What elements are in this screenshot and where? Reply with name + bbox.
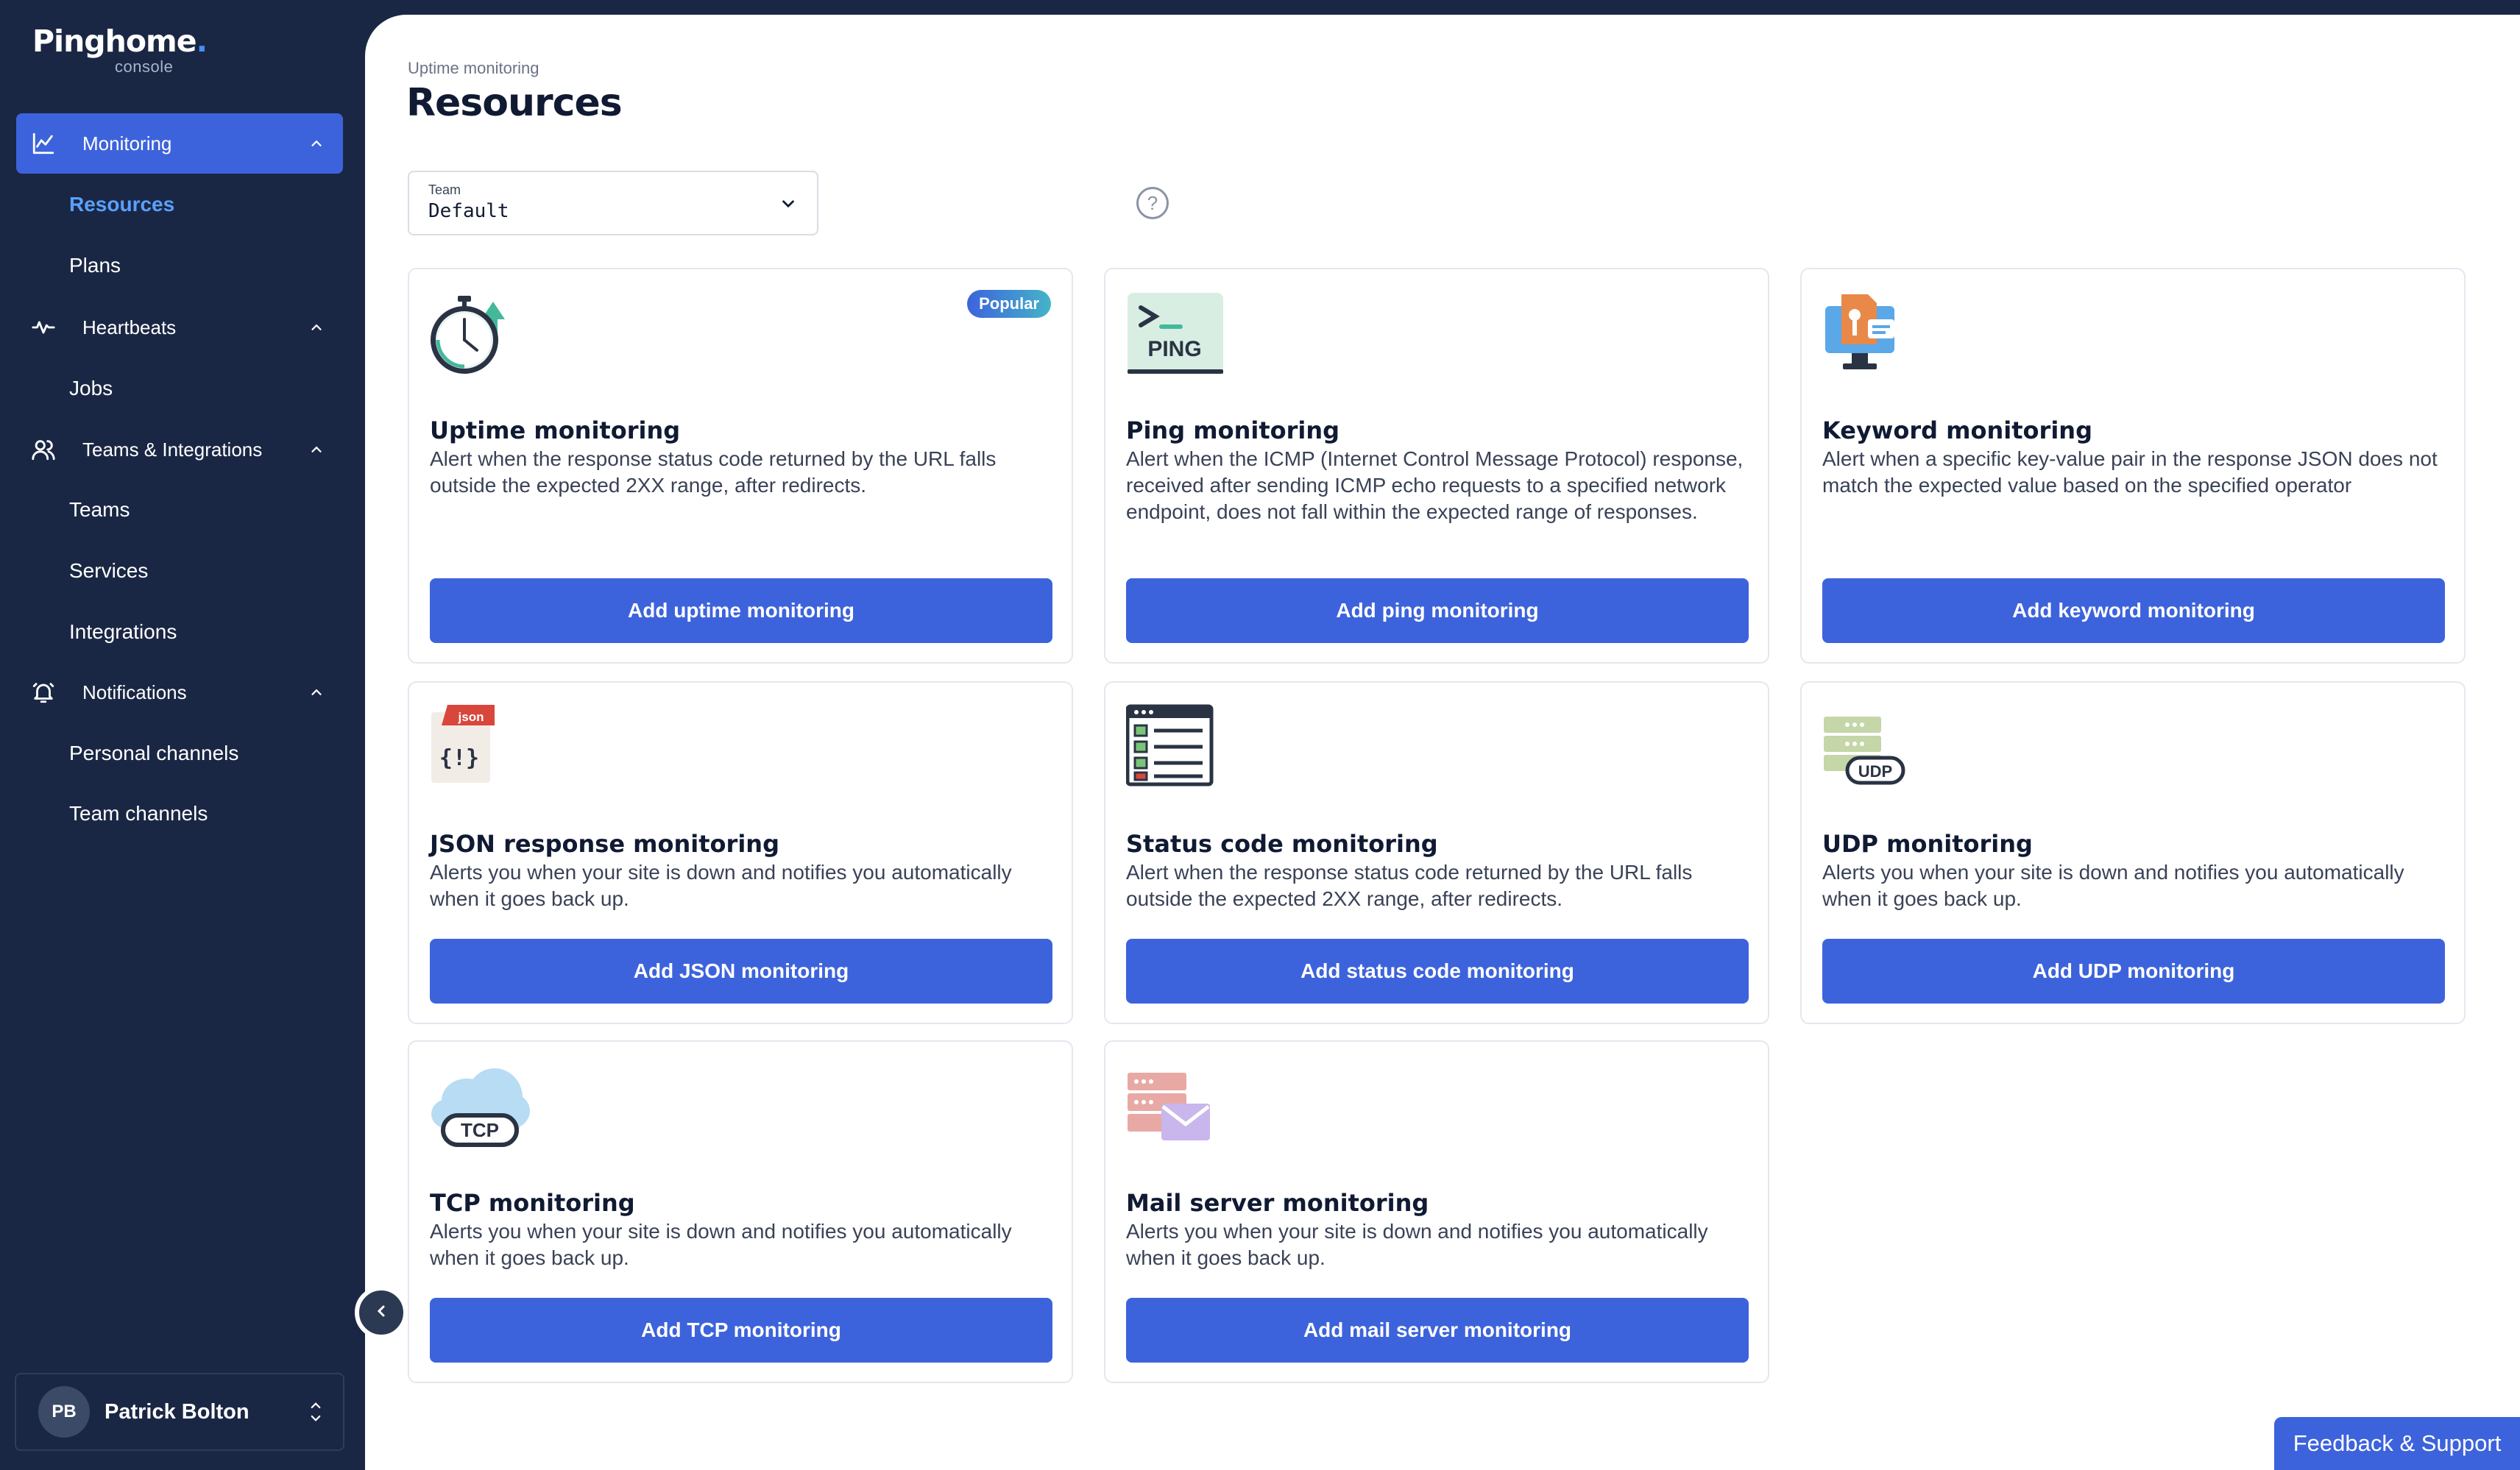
keyword-monitor-icon: [1822, 290, 1911, 378]
card-title: JSON response monitoring: [430, 830, 779, 858]
add-status-code-monitoring-button[interactable]: Add status code monitoring: [1126, 939, 1749, 1004]
sidebar-section-monitoring[interactable]: Monitoring: [16, 113, 343, 174]
sidebar-section-label: Heartbeats: [82, 316, 177, 338]
stopwatch-icon: [430, 290, 518, 378]
sidebar-item-team-channels[interactable]: Team channels: [69, 802, 208, 825]
heartbeat-icon: [29, 313, 57, 341]
sidebar-item-services[interactable]: Services: [69, 559, 148, 583]
mail-server-icon: [1126, 1062, 1214, 1151]
sidebar-item-jobs[interactable]: Jobs: [69, 377, 113, 400]
user-name: Patrick Bolton: [105, 1399, 249, 1424]
card-title: Mail server monitoring: [1126, 1189, 1429, 1217]
json-icon-braces: {!}: [439, 745, 479, 771]
chevron-left-icon: [372, 1302, 390, 1324]
sidebar-item-resources[interactable]: Resources: [69, 193, 174, 216]
card-title: Status code monitoring: [1126, 830, 1438, 858]
card-description: Alert when a specific key-value pair in …: [1822, 447, 2438, 497]
users-icon: [29, 436, 57, 464]
chevron-up-icon: [306, 317, 327, 338]
sidebar-section-teams-integrations[interactable]: Teams & Integrations: [16, 419, 343, 480]
add-mail-server-monitoring-button[interactable]: Add mail server monitoring: [1126, 1298, 1749, 1363]
card-title: TCP monitoring: [430, 1189, 635, 1217]
chevron-up-icon: [306, 133, 327, 154]
card-status-code-monitoring: Status code monitoring Alert when the re…: [1104, 681, 1769, 1024]
main-content: Uptime monitoring Resources Team Default…: [365, 15, 2520, 1470]
sidebar-section-label: Teams & Integrations: [82, 438, 263, 461]
sidebar-item-plans[interactable]: Plans: [69, 254, 121, 277]
add-udp-monitoring-button[interactable]: Add UDP monitoring: [1822, 939, 2445, 1004]
card-ping-monitoring: PING Ping monitoring Alert when the ICMP…: [1104, 268, 1769, 664]
sidebar-section-notifications[interactable]: Notifications: [16, 662, 343, 722]
card-udp-monitoring: UDP UDP monitoring Alerts you when your …: [1800, 681, 2466, 1024]
card-json-monitoring: json {!} JSON response monitoring Alerts…: [408, 681, 1073, 1024]
user-menu[interactable]: PB Patrick Bolton: [15, 1373, 344, 1451]
feedback-support-button[interactable]: Feedback & Support: [2274, 1417, 2520, 1470]
brand-dot: .: [196, 24, 208, 59]
chevron-up-icon: [306, 682, 327, 703]
avatar: PB: [38, 1386, 90, 1438]
team-select-value: Default: [428, 200, 509, 222]
chevron-down-icon: [779, 194, 798, 217]
add-keyword-monitoring-button[interactable]: Add keyword monitoring: [1822, 578, 2445, 643]
top-strip: [0, 0, 2520, 15]
tcp-icon-text: TCP: [461, 1119, 499, 1141]
ping-terminal-icon: PING: [1126, 290, 1223, 378]
sidebar-item-integrations[interactable]: Integrations: [69, 620, 177, 644]
card-title: UDP monitoring: [1822, 830, 2033, 858]
team-select-label: Team: [428, 182, 461, 197]
bell-icon: [29, 678, 57, 706]
sidebar-section-label: Monitoring: [82, 132, 172, 155]
chart-line-icon: [29, 129, 57, 157]
page-title: Resources: [406, 81, 623, 125]
card-description: Alerts you when your site is down and no…: [1822, 861, 2404, 910]
help-icon[interactable]: ?: [1136, 187, 1169, 219]
udp-icon-text: UDP: [1858, 762, 1892, 781]
add-ping-monitoring-button[interactable]: Add ping monitoring: [1126, 578, 1749, 643]
brand-logo[interactable]: Pinghome. console: [32, 24, 208, 76]
sidebar-item-personal-channels[interactable]: Personal channels: [69, 742, 238, 765]
udp-server-icon: UDP: [1822, 703, 1911, 792]
card-mail-server-monitoring: Mail server monitoring Alerts you when y…: [1104, 1040, 1769, 1383]
card-title: Uptime monitoring: [430, 416, 681, 444]
card-title: Ping monitoring: [1126, 416, 1340, 444]
sidebar-section-heartbeats[interactable]: Heartbeats: [16, 297, 343, 358]
sidebar: Pinghome. console Monitoring Resources P…: [0, 0, 365, 1470]
brand-sub: console: [115, 57, 174, 76]
card-description: Alert when the response status code retu…: [430, 447, 997, 497]
add-uptime-monitoring-button[interactable]: Add uptime monitoring: [430, 578, 1052, 643]
json-icon-text: json: [458, 710, 484, 724]
add-json-monitoring-button[interactable]: Add JSON monitoring: [430, 939, 1052, 1004]
collapse-sidebar-button[interactable]: [355, 1286, 408, 1339]
chevron-up-icon: [306, 439, 327, 460]
brand-name: Pinghome: [32, 24, 197, 59]
breadcrumb[interactable]: Uptime monitoring: [408, 59, 539, 78]
card-description: Alerts you when your site is down and no…: [430, 861, 1012, 910]
popular-badge: Popular: [967, 290, 1051, 318]
sidebar-section-label: Notifications: [82, 681, 187, 703]
card-description: Alerts you when your site is down and no…: [430, 1220, 1012, 1269]
card-description: Alerts you when your site is down and no…: [1126, 1220, 1708, 1269]
status-checklist-icon: [1125, 703, 1214, 792]
card-uptime-monitoring: Popular Uptime monitoring Alert when the…: [408, 268, 1073, 664]
sidebar-item-teams[interactable]: Teams: [69, 498, 130, 522]
ping-icon-text: PING: [1147, 337, 1201, 361]
card-tcp-monitoring: TCP TCP monitoring Alerts you when your …: [408, 1040, 1073, 1383]
json-file-icon: json {!}: [430, 703, 518, 792]
tcp-cloud-icon: TCP: [430, 1062, 533, 1151]
card-keyword-monitoring: Keyword monitoring Alert when a specific…: [1800, 268, 2466, 664]
chevron-updown-icon: [309, 1400, 322, 1424]
card-title: Keyword monitoring: [1822, 416, 2092, 444]
team-select[interactable]: Team Default: [408, 171, 818, 235]
add-tcp-monitoring-button[interactable]: Add TCP monitoring: [430, 1298, 1052, 1363]
card-description: Alert when the response status code retu…: [1126, 861, 1693, 910]
card-description: Alert when the ICMP (Internet Control Me…: [1126, 447, 1744, 523]
